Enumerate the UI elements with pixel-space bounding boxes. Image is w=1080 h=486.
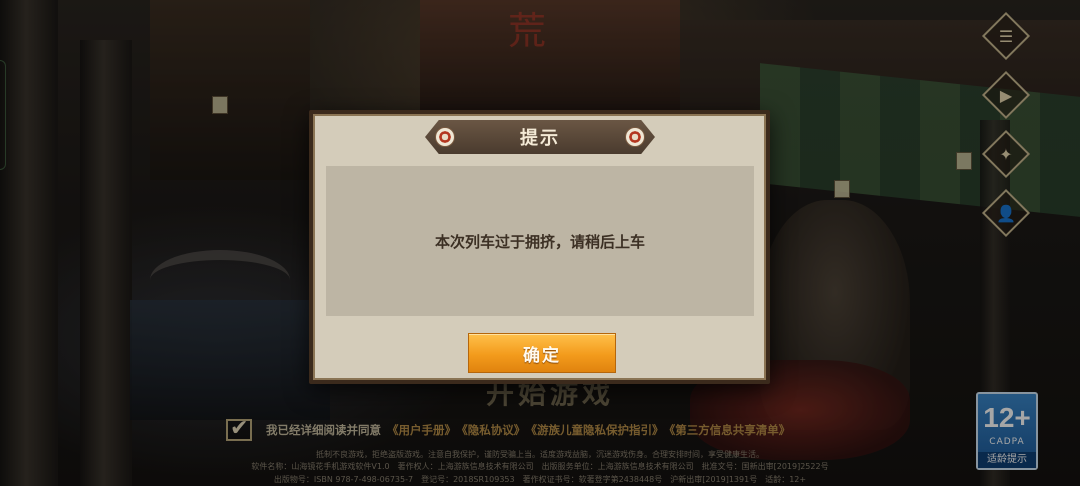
- dialog-message-box: 本次列车过于拥挤，请稍后上车: [326, 166, 754, 316]
- dialog-title: 提示: [520, 128, 560, 149]
- seal-ornament-icon: [435, 127, 455, 147]
- confirm-button[interactable]: 确定: [469, 334, 615, 372]
- alert-dialog: 提示 本次列车过于拥挤，请稍后上车 确定: [309, 110, 770, 384]
- dialog-title-ribbon: 提示: [425, 120, 655, 154]
- dialog-message: 本次列车过于拥挤，请稍后上车: [434, 232, 645, 251]
- confirm-label: 确定: [523, 345, 561, 366]
- seal-ornament-icon: [625, 127, 645, 147]
